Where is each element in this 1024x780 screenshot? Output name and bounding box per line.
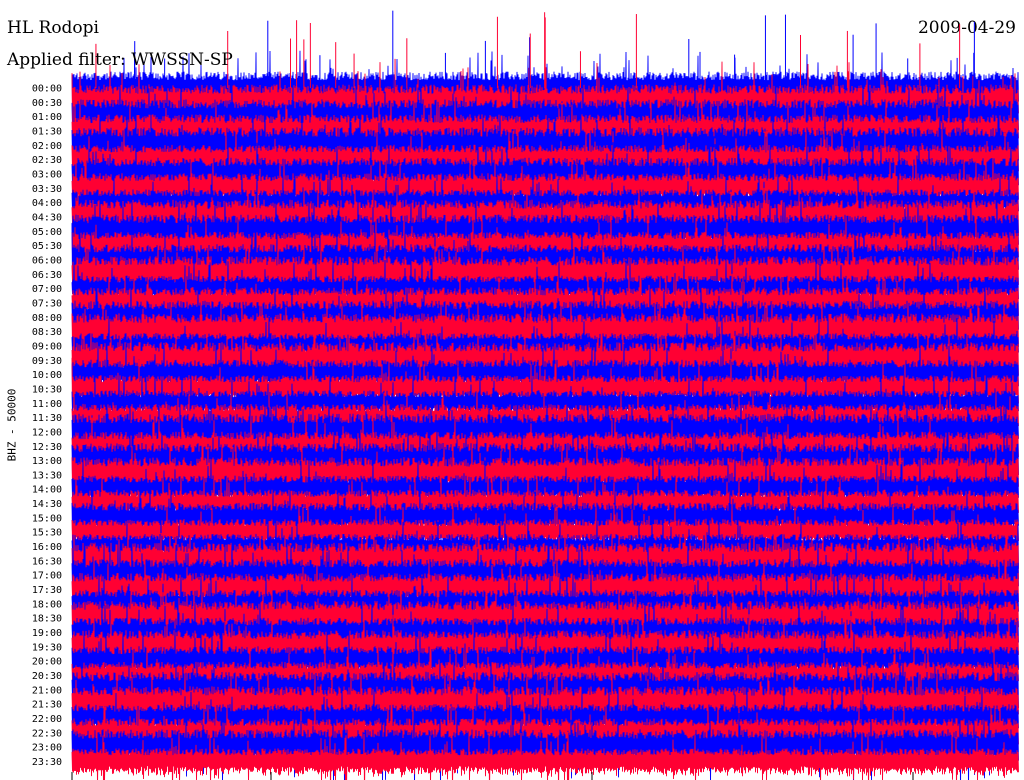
row-time-label: 12:30	[32, 442, 62, 453]
row-time-label: 18:00	[32, 599, 62, 610]
row-time-label: 19:00	[32, 628, 62, 639]
row-time-label: 07:00	[32, 284, 62, 295]
row-time-label: 07:30	[32, 298, 62, 309]
channel-label: BHZ - 50000	[5, 388, 19, 462]
row-time-label: 04:00	[32, 198, 62, 209]
row-time-label: 15:00	[32, 513, 62, 524]
row-time-label: 19:30	[32, 642, 62, 653]
row-time-label: 22:00	[32, 714, 62, 725]
row-time-label: 20:30	[32, 671, 62, 682]
row-time-label: 03:30	[32, 184, 62, 195]
row-time-label: 17:30	[32, 585, 62, 596]
row-time-label: 01:30	[32, 126, 62, 137]
row-time-label: 20:00	[32, 657, 62, 668]
row-time-label: 10:00	[32, 370, 62, 381]
row-time-label: 21:30	[32, 700, 62, 711]
row-time-label: 13:30	[32, 470, 62, 481]
row-time-label: 01:00	[32, 112, 62, 123]
row-time-label: 06:00	[32, 255, 62, 266]
row-time-label: 09:30	[32, 356, 62, 367]
row-time-label: 04:30	[32, 212, 62, 223]
row-time-label: 10:30	[32, 384, 62, 395]
row-time-label: 23:00	[32, 743, 62, 754]
row-time-label: 05:30	[32, 241, 62, 252]
row-time-label: 05:00	[32, 227, 62, 238]
row-time-label: 16:00	[32, 542, 62, 553]
row-time-label: 15:30	[32, 528, 62, 539]
row-time-label: 18:30	[32, 614, 62, 625]
row-time-label: 02:00	[32, 141, 62, 152]
row-time-label: 00:30	[32, 98, 62, 109]
row-time-label: 09:00	[32, 341, 62, 352]
row-time-label: 22:30	[32, 728, 62, 739]
row-time-label: 08:00	[32, 313, 62, 324]
row-time-label: 16:30	[32, 556, 62, 567]
row-time-label: 17:00	[32, 571, 62, 582]
row-time-label: 00:00	[32, 84, 62, 95]
row-time-label: 02:30	[32, 155, 62, 166]
seismic-traces	[71, 10, 1019, 780]
row-time-label: 11:30	[32, 413, 62, 424]
row-time-label: 03:00	[32, 169, 62, 180]
row-time-label: 06:30	[32, 270, 62, 281]
row-time-label: 21:00	[32, 685, 62, 696]
row-time-label: 12:00	[32, 427, 62, 438]
row-time-label: 08:30	[32, 327, 62, 338]
filter-label: Applied filter: WWSSN-SP	[7, 50, 233, 70]
row-time-label: 23:30	[32, 757, 62, 768]
time-tick-labels: 00:00 00:30 01:00 01:30 02:00 02:30 03:00 03:30…	[32, 84, 62, 769]
row-time-label: 14:00	[32, 485, 62, 496]
row-time-label: 14:30	[32, 499, 62, 510]
row-time-label: 11:00	[32, 399, 62, 410]
row-time-label: 13:00	[32, 456, 62, 467]
helicorder-plot: 00:00 00:30 01:00 01:30 02:00 02:30 03:00 03:30…	[32, 10, 1019, 780]
